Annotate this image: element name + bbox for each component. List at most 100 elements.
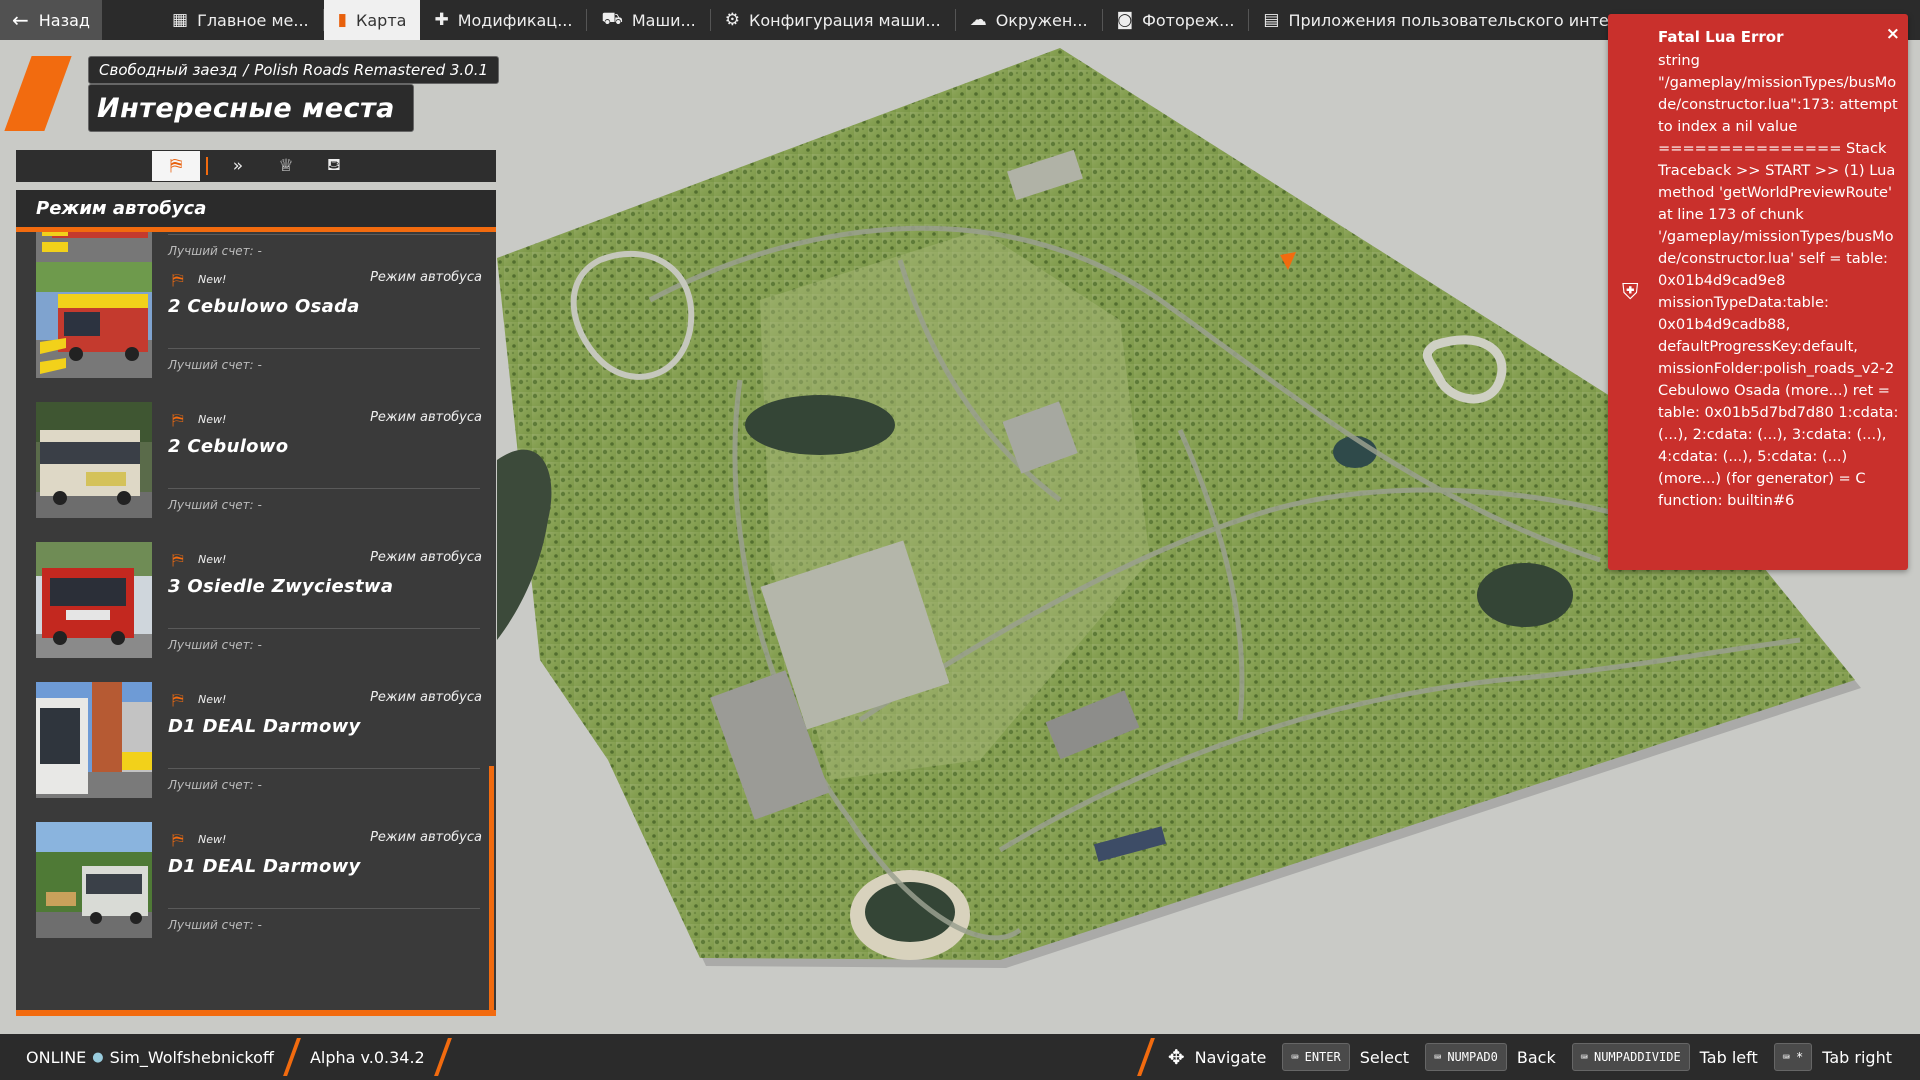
mission-type: Режим автобуса xyxy=(370,830,482,845)
mission-type: Режим автобуса xyxy=(370,550,482,565)
mission-list-panel: Режим автобуса Лучший счет: - ⛿ New! Реж… xyxy=(16,190,496,1016)
bus-stop-icon: ⛿ xyxy=(172,830,184,849)
divider xyxy=(168,348,480,349)
divider xyxy=(168,908,480,909)
mission-type: Режим автобуса xyxy=(370,410,482,425)
new-badge: New! xyxy=(198,413,227,426)
filter-trophy[interactable]: ♕ xyxy=(262,151,310,181)
mission-type: Режим автобуса xyxy=(370,690,482,705)
bus-stop-icon: ⛿ xyxy=(172,550,184,569)
bus-stop-add-icon: ⛾ xyxy=(327,155,341,175)
lake xyxy=(1477,563,1573,627)
tab-label: Модификац... xyxy=(457,10,573,30)
filter-bus-mode[interactable]: ⛿ xyxy=(152,151,200,181)
key-enter[interactable]: ⌨ ENTER xyxy=(1282,1043,1350,1071)
status-area: ONLINE ● Sim_Wolfshebnickoff Alpha v.0.3… xyxy=(0,1038,455,1076)
grid-icon: ▦ xyxy=(172,10,189,30)
key-label: * xyxy=(1796,1050,1804,1064)
breadcrumb-separator: / xyxy=(243,61,249,79)
tab-photo-mode[interactable]: ◙ Фотореж... xyxy=(1103,0,1249,40)
best-score: Лучший счет: - xyxy=(168,358,262,372)
key-label: NUMPAD0 xyxy=(1447,1050,1498,1064)
hint-back: Back xyxy=(1516,1047,1556,1067)
mission-title: D1 DEAL Darmowy xyxy=(168,716,361,737)
key-numpad0[interactable]: ⌨ NUMPAD0 xyxy=(1425,1043,1507,1071)
list-item[interactable]: ⛿ New! Режим автобуса D1 DEAL Darmowy Лу… xyxy=(16,808,486,948)
separator-slash xyxy=(1136,1038,1155,1076)
bus-stop-icon: ⛿ xyxy=(172,690,184,709)
mission-title: 3 Osiedle Zwyciestwa xyxy=(168,576,394,597)
tab-main-menu[interactable]: ▦ Главное ме... xyxy=(158,0,323,40)
engine-icon: ⚙ xyxy=(724,10,740,30)
back-label: Назад xyxy=(38,10,90,30)
mission-thumbnail xyxy=(36,402,152,518)
new-badge: New! xyxy=(198,833,227,846)
error-toast: ⛨ × Fatal Lua Error string "/gameplay/mi… xyxy=(1608,14,1908,570)
tab-map[interactable]: ▮ Карта xyxy=(323,0,421,40)
list-item[interactable]: ⛿ New! Режим автобуса 2 Cebulowo Лучший … xyxy=(16,388,486,528)
weather-icon: ☁ xyxy=(969,10,987,30)
hint-tab-left: Tab left xyxy=(1699,1047,1758,1067)
map-icon: ▮ xyxy=(337,10,347,30)
key-numpaddivide[interactable]: ⌨ NUMPADDIVIDE xyxy=(1571,1043,1690,1071)
shield-alert-icon: ⛨ xyxy=(1622,280,1639,305)
back-button[interactable]: ← Назад xyxy=(0,0,102,40)
tab-vehicle-config[interactable]: ⚙ Конфигурация маши... xyxy=(711,0,955,40)
mission-thumbnail xyxy=(36,262,152,378)
new-badge: New! xyxy=(198,273,227,286)
tab-label: Окружен... xyxy=(995,10,1088,30)
car-icon: ⛟ xyxy=(601,9,623,29)
username: Sim_Wolfshebnickoff xyxy=(109,1047,274,1067)
new-badge: New! xyxy=(198,693,227,706)
bottom-bar: ONLINE ● Sim_Wolfshebnickoff Alpha v.0.3… xyxy=(0,1034,1920,1080)
best-score: Лучший счет: - xyxy=(168,778,262,792)
divider xyxy=(168,234,480,235)
hint-navigate: Navigate xyxy=(1194,1047,1267,1067)
scrollbar[interactable] xyxy=(489,766,494,1010)
panel-heading: Режим автобуса xyxy=(16,190,496,232)
tab-environment[interactable]: ☁ Окружен... xyxy=(956,0,1102,40)
bus-stop-icon: ⛿ xyxy=(172,410,184,429)
key-label: ENTER xyxy=(1304,1050,1341,1064)
tab-label: Приложения пользовательского интерфе... xyxy=(1288,10,1658,30)
filter-bar: ⛿ » ♕ ⛾ xyxy=(16,150,496,182)
tab-mods[interactable]: ✚ Модификац... xyxy=(420,0,586,40)
mission-thumbnail xyxy=(36,822,152,938)
mission-title: 2 Cebulowo Osada xyxy=(168,296,360,317)
best-score: Лучший счет: - xyxy=(168,918,262,932)
controller-hints: ✥ Navigate ⌨ ENTER Select ⌨ NUMPAD0 Back ⌨… xyxy=(1134,1038,1920,1076)
panel-bottom-accent xyxy=(16,1010,496,1016)
app-icon: ▤ xyxy=(1263,10,1280,30)
key-multiply[interactable]: ⌨ * xyxy=(1773,1043,1813,1071)
mission-type: Режим автобуса xyxy=(370,270,482,285)
tab-label: Фотореж... xyxy=(1142,10,1235,30)
hint-select: Select xyxy=(1359,1047,1410,1067)
mission-thumbnail xyxy=(36,542,152,658)
mission-title: D1 DEAL Darmowy xyxy=(168,856,361,877)
camera-icon: ◙ xyxy=(1116,10,1134,30)
trophy-icon: ♕ xyxy=(278,156,294,176)
keyboard-icon: ⌨ xyxy=(1580,1050,1588,1064)
mission-title: 2 Cebulowo xyxy=(168,436,289,457)
keyboard-icon: ⌨ xyxy=(1434,1050,1442,1064)
close-icon[interactable]: × xyxy=(1886,24,1900,44)
filter-chevrons[interactable]: » xyxy=(214,151,262,181)
breadcrumb-item[interactable]: Свободный заезд xyxy=(99,61,237,79)
breadcrumb: Свободный заезд / Polish Roads Remastere… xyxy=(88,56,500,84)
new-badge: New! xyxy=(198,553,227,566)
filter-bus-stop-add[interactable]: ⛾ xyxy=(310,151,358,181)
hint-tab-right: Tab right xyxy=(1822,1047,1892,1067)
keyboard-icon: ⌨ xyxy=(1782,1050,1790,1064)
tab-label: Маши... xyxy=(631,10,696,30)
key-label: NUMPADDIVIDE xyxy=(1593,1050,1681,1064)
tab-vehicles[interactable]: ⛟ Маши... xyxy=(587,0,709,40)
best-score: Лучший счет: - xyxy=(168,498,262,512)
bus-stop-icon: ⛿ xyxy=(169,156,183,176)
chevrons-right-icon: » xyxy=(232,156,244,176)
keyboard-icon: ⌨ xyxy=(1291,1050,1299,1064)
divider xyxy=(168,628,480,629)
separator-slash xyxy=(283,1038,301,1076)
list-item[interactable]: ⛿ New! Режим автобуса 3 Osiedle Zwyciest… xyxy=(16,528,486,668)
list-item[interactable]: ⛿ New! Режим автобуса D1 DEAL Darmowy Лу… xyxy=(16,668,486,808)
list-item[interactable]: ⛿ New! Режим автобуса 2 Cebulowo Osada Л… xyxy=(16,248,486,388)
